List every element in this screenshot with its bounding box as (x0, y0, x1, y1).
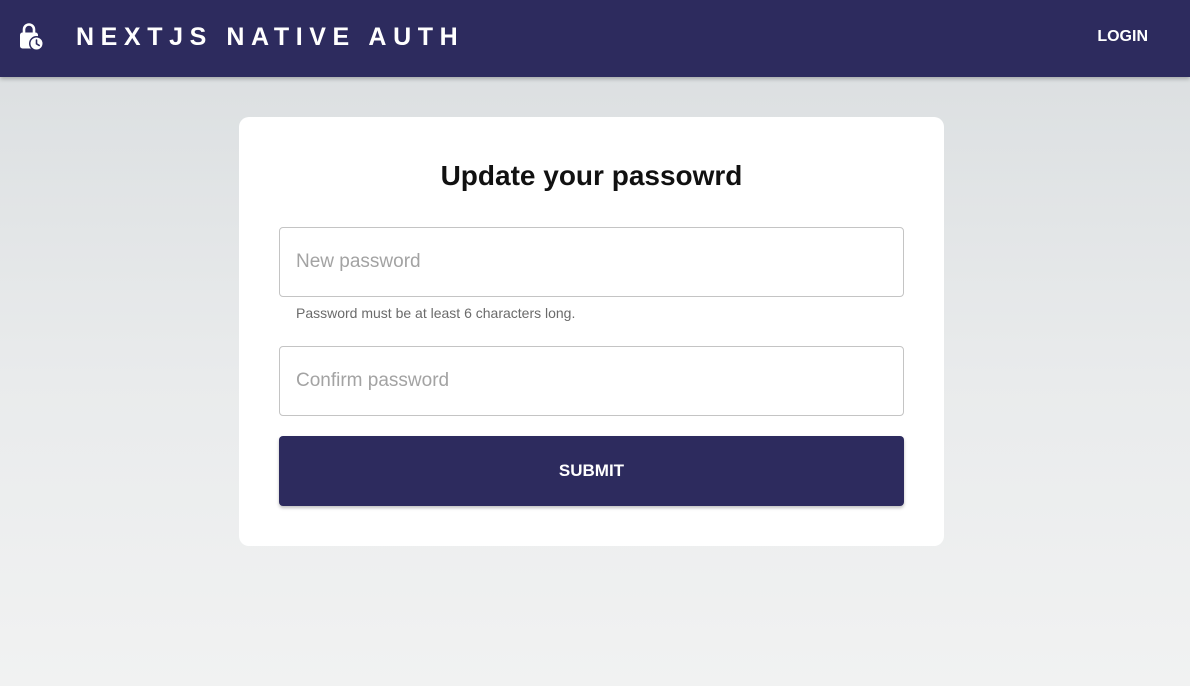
app-title: NEXTJS NATIVE AUTH (76, 23, 465, 51)
password-helper-text: Password must be at least 6 characters l… (296, 305, 576, 321)
update-password-card: Update your passowrd Password must be at… (239, 117, 944, 546)
confirm-password-field (279, 346, 904, 416)
lock-clock-icon (19, 22, 45, 52)
new-password-input[interactable] (280, 228, 903, 296)
confirm-password-input[interactable] (280, 347, 903, 415)
login-button[interactable]: LOGIN (1085, 24, 1160, 50)
app-bar: NEXTJS NATIVE AUTH LOGIN (0, 0, 1190, 77)
new-password-field (279, 227, 904, 297)
form-title: Update your passowrd (440, 160, 743, 191)
submit-button[interactable]: SUBMIT (279, 436, 904, 506)
